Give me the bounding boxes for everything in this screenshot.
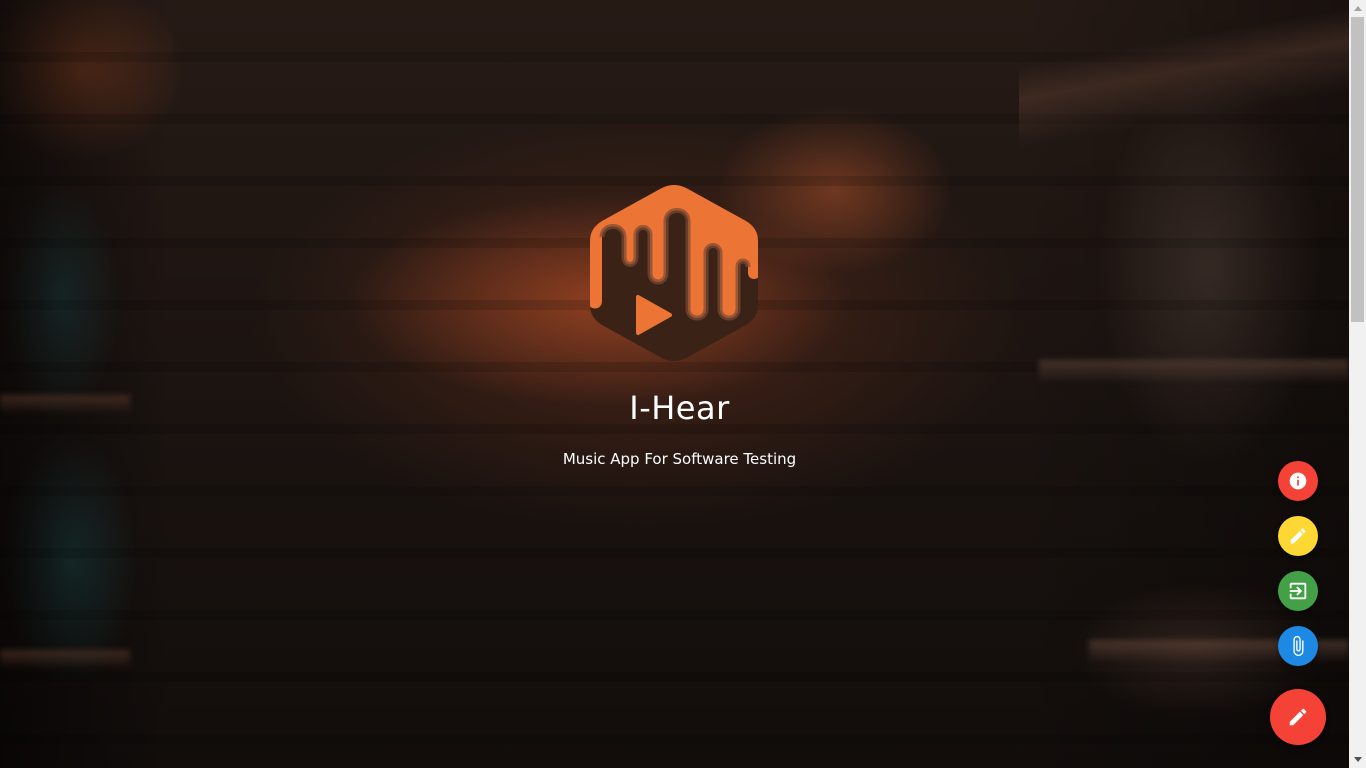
info-icon: [1289, 472, 1307, 490]
scroll-down-arrow[interactable]: [1349, 751, 1366, 768]
triangle-down-icon: [1353, 757, 1362, 762]
vertical-scrollbar[interactable]: [1349, 0, 1366, 768]
paperclip-icon: [1293, 635, 1304, 657]
app-title: I-Hear: [629, 389, 730, 427]
attach-button[interactable]: [1278, 626, 1318, 666]
scroll-up-arrow[interactable]: [1349, 0, 1366, 17]
app-subtitle: Music App For Software Testing: [562, 450, 797, 468]
speed-dial-main-button[interactable]: [1270, 689, 1326, 745]
hero: I-Hear Music App For Software Testing: [0, 0, 1349, 768]
scrollbar-thumb[interactable]: [1351, 17, 1364, 322]
music-play-hexagon-icon: [590, 185, 758, 361]
triangle-up-icon: [1353, 6, 1362, 11]
landing-page: I-Hear Music App For Software Testing: [0, 0, 1366, 768]
login-icon: [1289, 582, 1307, 600]
pencil-icon: [1290, 528, 1306, 544]
app-logo: [588, 181, 760, 365]
info-button[interactable]: [1278, 461, 1318, 501]
pencil-icon: [1289, 708, 1307, 726]
login-button[interactable]: [1278, 571, 1318, 611]
edit-button[interactable]: [1278, 516, 1318, 556]
